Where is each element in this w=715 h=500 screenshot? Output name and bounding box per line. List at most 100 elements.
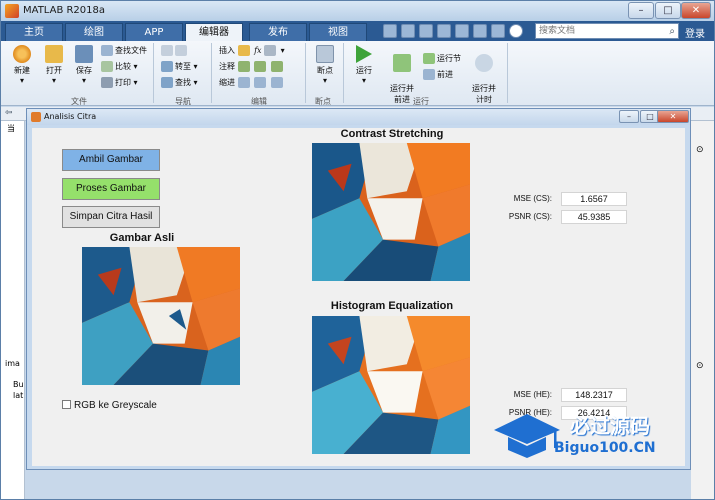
advance-button[interactable]: 前进 <box>423 69 453 80</box>
mse-cs-value: 1.6567 <box>561 192 627 206</box>
expand-icon[interactable]: ⊙ <box>696 361 704 371</box>
run-and-time-button[interactable]: 运行并 计时 <box>467 45 501 105</box>
print-icon <box>101 77 113 88</box>
save-button[interactable]: 保存 ▾ <box>69 45 99 85</box>
matlab-logo-icon <box>5 4 19 18</box>
run-icon <box>356 45 372 63</box>
simpan-citra-button[interactable]: Simpan Citra Hasil <box>62 206 160 228</box>
divider <box>305 43 306 103</box>
ambil-gambar-button[interactable]: Ambil Gambar <box>62 149 160 171</box>
psnr-cs-value: 45.9385 <box>561 210 627 224</box>
undo-quick-icon[interactable] <box>455 24 469 38</box>
minimize-button[interactable]: – <box>628 2 654 19</box>
figure-close-button[interactable]: ✕ <box>657 110 689 123</box>
title-bar: MATLAB R2018a – □ ✕ <box>1 1 714 21</box>
rgb-greyscale-checkbox[interactable]: RGB ke Greyscale <box>62 400 157 411</box>
goto-button[interactable]: 转至 ▾ <box>161 61 198 72</box>
back-forward-button[interactable] <box>161 45 189 56</box>
figure-title-bar: Analisis Citra – □ ✕ <box>27 109 690 125</box>
help-icon[interactable] <box>509 24 523 38</box>
login-link[interactable]: 登录 <box>685 25 705 40</box>
copy-quick-icon[interactable] <box>419 24 433 38</box>
tab-publish[interactable]: 发布 <box>249 23 307 41</box>
watermark-cn: 必过源码 <box>570 414 650 438</box>
rgb-greyscale-label: RGB ke Greyscale <box>74 400 157 411</box>
find-button[interactable]: 查找 ▾ <box>161 77 198 88</box>
tab-view[interactable]: 视图 <box>309 23 367 41</box>
outdent-icon <box>270 77 283 88</box>
figure-icon <box>31 112 41 122</box>
comment-icon <box>237 61 250 72</box>
insert-icon <box>237 45 250 56</box>
original-image <box>82 247 240 385</box>
divider <box>507 43 508 103</box>
arrows-icon <box>175 45 187 56</box>
cut-quick-icon[interactable] <box>401 24 415 38</box>
insert-button[interactable]: 插入 fx ▾ <box>219 45 285 56</box>
indent-icon <box>254 77 267 88</box>
compare-button[interactable]: 比较 ▾ <box>101 61 138 72</box>
insert-extra-icon <box>264 45 277 56</box>
comment-button[interactable]: 注释 <box>219 61 285 72</box>
histogram-equalization-image <box>312 316 470 454</box>
histogram-equalization-heading: Histogram Equalization <box>330 300 454 312</box>
window-title: MATLAB R2018a <box>23 5 106 16</box>
open-folder-icon <box>45 45 63 63</box>
find-files-button[interactable]: 查找文件 <box>101 45 147 56</box>
run-section-icon <box>423 53 435 64</box>
wrap-comment-icon <box>270 61 283 72</box>
ribbon-tabs: 主页 绘图 APP 编辑器 发布 视图 搜索文档 ⌕ 登录 <box>1 21 714 41</box>
switch-windows-icon[interactable] <box>491 24 505 38</box>
gambar-asli-heading: Gambar Asli <box>109 232 175 244</box>
compare-icon <box>101 61 113 72</box>
arrows-icon <box>161 45 173 56</box>
close-button[interactable]: ✕ <box>681 2 711 19</box>
indent-button[interactable]: 缩进 <box>219 77 285 88</box>
figure-title: Analisis Citra <box>44 112 97 121</box>
mse-he-value: 148.2317 <box>561 388 627 402</box>
run-section-button[interactable]: 运行节 <box>423 53 461 64</box>
expand-icon[interactable]: ⊙ <box>696 145 704 155</box>
tab-editor[interactable]: 编辑器 <box>185 23 243 41</box>
run-and-advance-icon <box>393 54 411 72</box>
proses-gambar-button[interactable]: Proses Gambar <box>62 178 160 200</box>
fx-icon[interactable]: fx <box>254 46 261 55</box>
tab-apps[interactable]: APP <box>125 23 183 41</box>
psnr-cs-label: PSNR (CS): <box>508 212 552 221</box>
search-icon[interactable]: ⌕ <box>669 25 675 39</box>
smart-indent-icon <box>237 77 250 88</box>
checkbox-box[interactable] <box>62 400 71 409</box>
save-quick-icon[interactable] <box>383 24 397 38</box>
paste-quick-icon[interactable] <box>437 24 451 38</box>
current-folder-label: 当 <box>7 124 15 133</box>
contrast-stretching-image <box>312 143 470 281</box>
breakpoints-button[interactable]: 断点 ▾ <box>311 45 339 85</box>
advance-icon <box>423 69 435 80</box>
back-arrow-icon[interactable]: ⇦ <box>5 108 13 118</box>
group-navigate-label: 导航 <box>175 97 191 106</box>
divider <box>153 43 154 103</box>
goto-icon <box>161 61 173 72</box>
figure-minimize-button[interactable]: – <box>619 110 639 123</box>
run-and-time-icon <box>475 54 493 72</box>
run-button[interactable]: 运行 ▾ <box>349 45 379 85</box>
group-file-label: 文件 <box>71 97 87 106</box>
print-button[interactable]: 打印 ▾ <box>101 77 138 88</box>
search-placeholder: 搜索文档 <box>539 26 576 36</box>
editor-ribbon: 新建 ▾ 打开 ▾ 保存 ▾ 查找文件 比较 ▾ 打印 ▾ 文件 转至 ▾ 查找 ▾ … <box>1 41 714 106</box>
find-files-icon <box>101 45 113 56</box>
watermark-en: Biguo100.CN <box>554 440 656 456</box>
maximize-button[interactable]: □ <box>655 2 681 19</box>
new-button[interactable]: 新建 ▾ <box>7 45 37 85</box>
tab-home[interactable]: 主页 <box>5 23 63 41</box>
open-button[interactable]: 打开 ▾ <box>39 45 69 85</box>
tab-plots[interactable]: 绘图 <box>65 23 123 41</box>
group-run-label: 运行 <box>413 97 429 106</box>
search-documentation-input[interactable]: 搜索文档 ⌕ <box>535 23 679 39</box>
save-icon <box>75 45 93 63</box>
divider <box>211 43 212 103</box>
redo-quick-icon[interactable] <box>473 24 487 38</box>
contrast-stretching-heading: Contrast Stretching <box>340 128 444 140</box>
group-breakpoints-label: 断点 <box>315 97 331 106</box>
new-icon <box>13 45 31 63</box>
